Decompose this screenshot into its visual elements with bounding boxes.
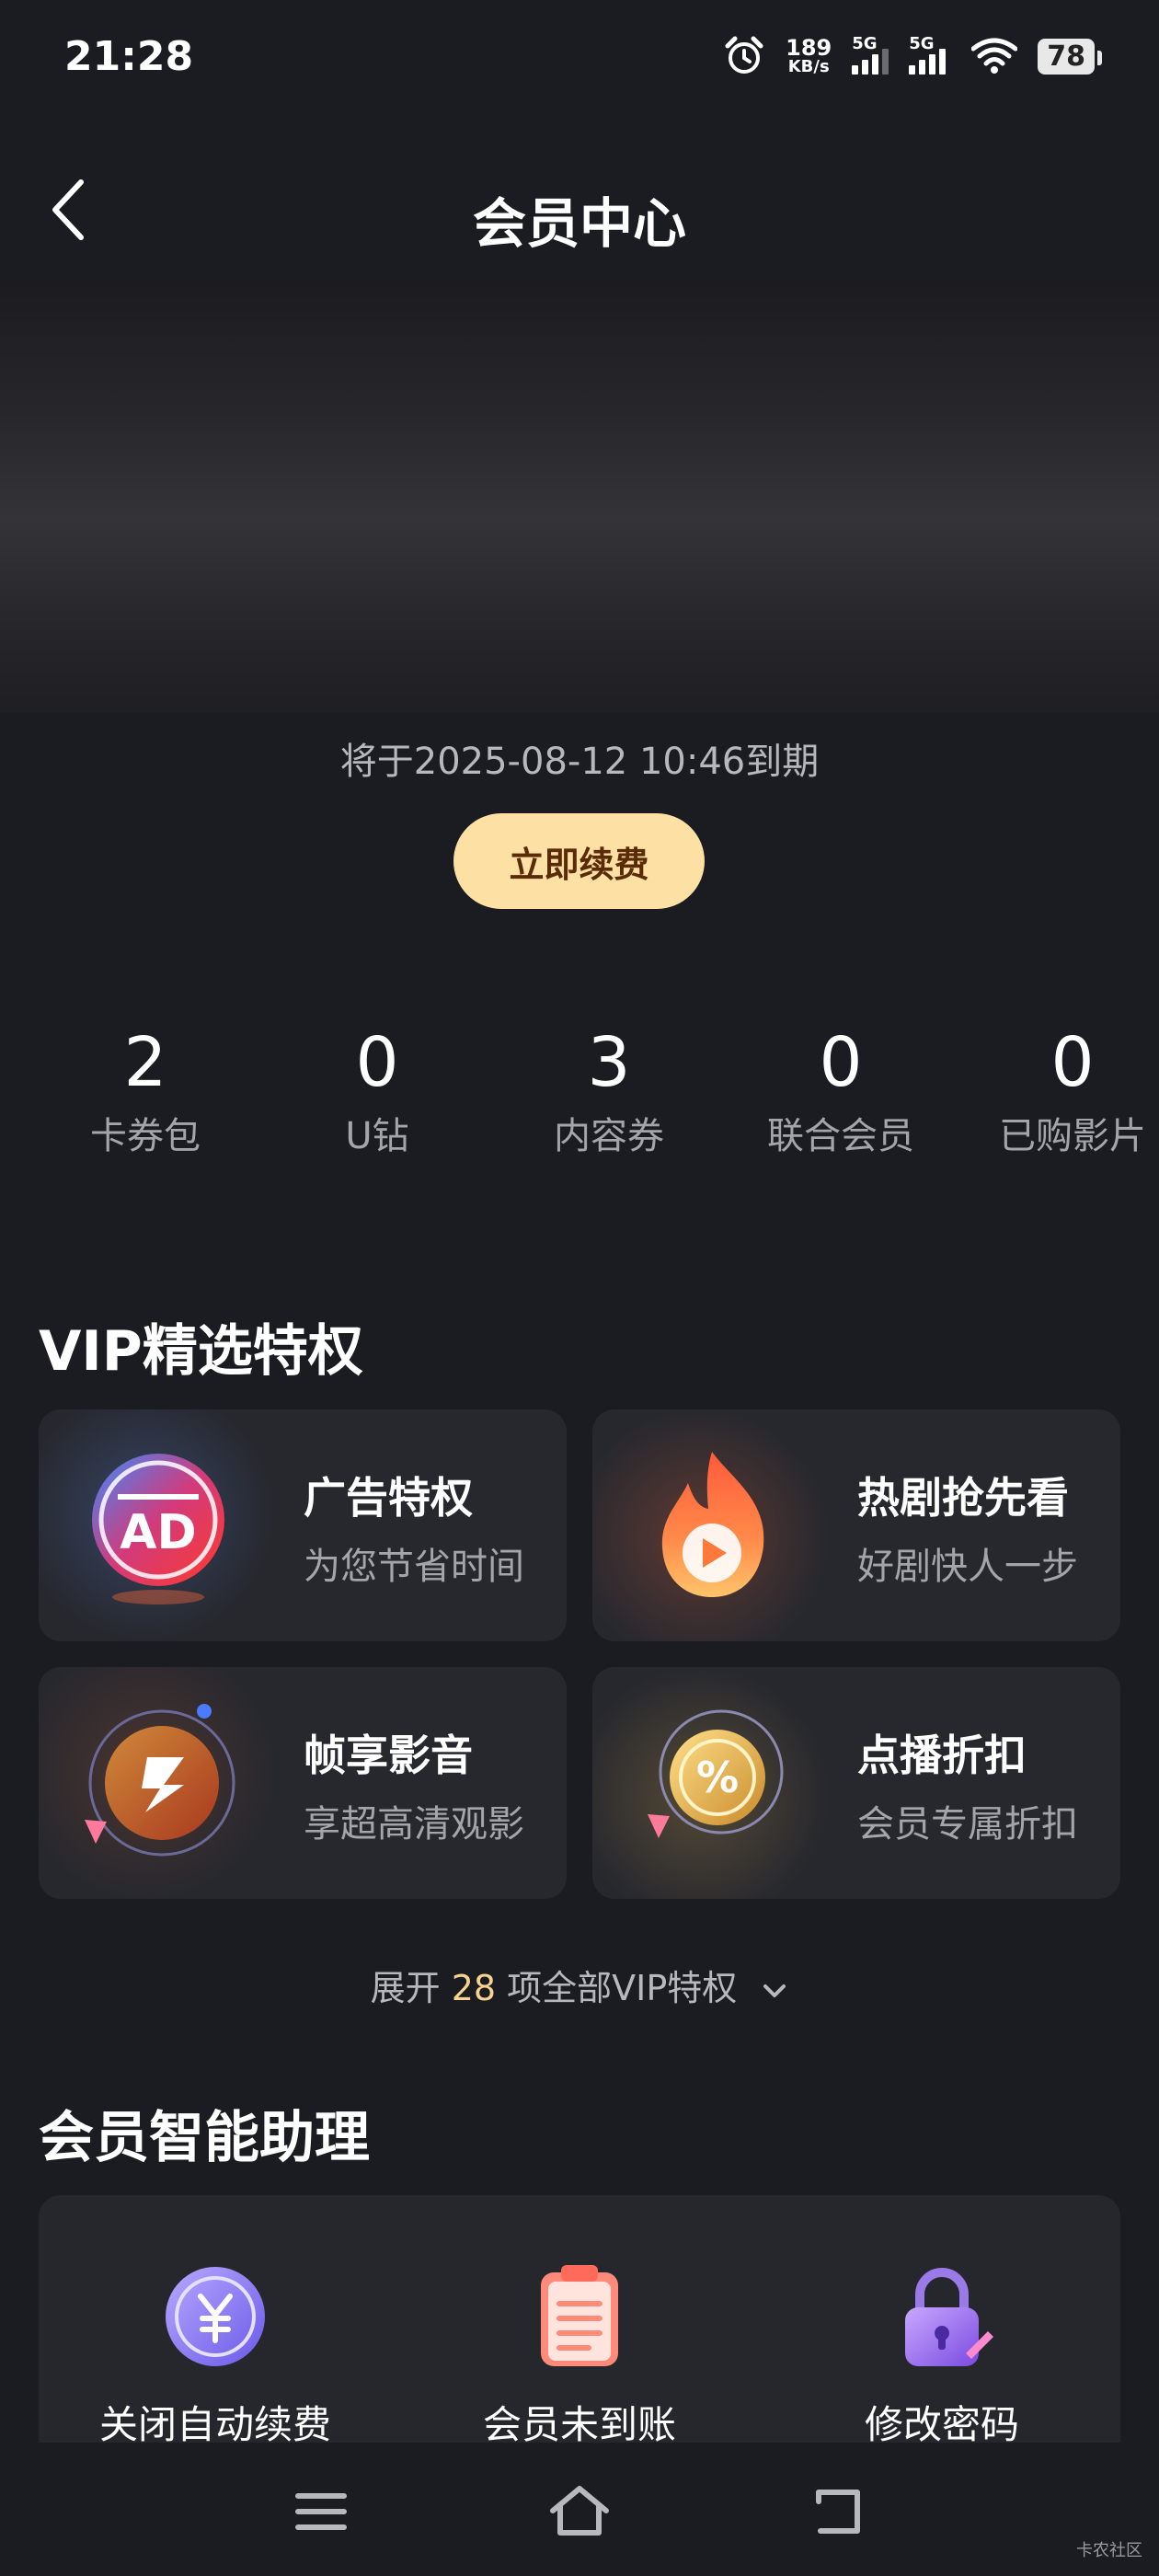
- renew-button[interactable]: 立即续费: [453, 813, 705, 909]
- vip-card-subtitle: 享超高清观影: [304, 1803, 524, 1846]
- vip-card-discount[interactable]: % 点播折扣 会员专属折扣: [592, 1667, 1120, 1899]
- assistant-cancel-auto-renew[interactable]: 关闭自动续费: [68, 2261, 362, 2450]
- home-icon: [550, 2486, 609, 2536]
- assistant-card: 关闭自动续费 会员未到账 修改密码: [39, 2195, 1120, 2471]
- net-speed: 189 KB/s: [786, 37, 832, 75]
- status-icons: 189 KB/s 5G 5G 78: [723, 34, 1102, 77]
- vip-card-ad[interactable]: AD 广告特权 为您节省时间: [39, 1409, 567, 1641]
- assistant-membership-not-received[interactable]: 会员未到账: [432, 2261, 727, 2450]
- stat-value: 0: [819, 1023, 863, 1102]
- nav-menu-button[interactable]: [289, 2479, 353, 2544]
- battery-icon: 78: [1038, 38, 1102, 75]
- lock-icon: [905, 2268, 993, 2366]
- vip-card-subtitle: 为您节省时间: [304, 1546, 524, 1588]
- stat-label: U钻: [345, 1115, 409, 1157]
- vip-card-subtitle: 好剧快人一步: [857, 1546, 1078, 1588]
- vip-card-hot-drama[interactable]: 热剧抢先看 好剧快人一步: [592, 1409, 1120, 1641]
- ad-icon: AD: [92, 1454, 224, 1604]
- stats-row: 2 卡券包 0 U钻 3 内容券 0 联合会员 0 已购影片: [0, 1021, 1159, 1168]
- svg-text:AD: AD: [120, 1505, 196, 1560]
- system-navbar: [0, 2443, 1159, 2576]
- sim2-label: 5G: [909, 34, 935, 53]
- stat-value: 2: [123, 1023, 167, 1102]
- stat-value: 3: [587, 1023, 631, 1102]
- assistant-section-title: 会员智能助理: [39, 2106, 370, 2170]
- expand-vip-privileges[interactable]: 展开 28 项全部VIP特权: [0, 1960, 1159, 2010]
- chevron-down-icon: [763, 1984, 786, 1997]
- stat-coupon-pack[interactable]: 2 卡券包: [29, 1021, 261, 1159]
- assistant-item-label: 关闭自动续费: [98, 2402, 331, 2447]
- member-banner: [0, 281, 1159, 713]
- sim1-label: 5G: [852, 34, 878, 53]
- discount-coin-icon: %: [648, 1709, 784, 1838]
- stat-u-diamond[interactable]: 0 U钻: [261, 1021, 493, 1159]
- flame-play-icon: [661, 1452, 764, 1597]
- nav-home-button[interactable]: [547, 2479, 612, 2544]
- watermark: 卡农社区: [1076, 2541, 1142, 2560]
- assistant-item-label: 会员未到账: [482, 2402, 676, 2447]
- svg-text:%: %: [696, 1753, 739, 1802]
- vip-card-title: 热剧抢先看: [857, 1473, 1069, 1523]
- vip-card-title: 广告特权: [304, 1473, 473, 1523]
- vip-card-title: 点播折扣: [857, 1731, 1027, 1780]
- expand-count: 28: [451, 1968, 497, 2008]
- status-time: 21:28: [64, 33, 194, 80]
- expand-prefix: 展开: [370, 1968, 452, 2008]
- expand-suffix: 项全部VIP特权: [496, 1968, 738, 2008]
- clipboard-icon: [541, 2265, 618, 2366]
- stat-label: 卡券包: [90, 1115, 201, 1157]
- net-speed-unit: KB/s: [787, 57, 830, 76]
- stat-joint-member[interactable]: 0 联合会员: [725, 1021, 957, 1159]
- yuan-coin-icon: [166, 2267, 265, 2366]
- wifi-icon: [971, 38, 1018, 74]
- stat-label: 内容券: [554, 1115, 664, 1157]
- signal-icon: 5G: [909, 34, 951, 75]
- assistant-change-password[interactable]: 修改密码: [795, 2261, 1089, 2450]
- vip-section-title: VIP精选特权: [39, 1319, 363, 1384]
- menu-icon: [295, 2493, 347, 2530]
- alarm-icon: [725, 36, 763, 74]
- net-speed-value: 189: [786, 35, 832, 61]
- page-title: 会员中心: [472, 192, 686, 255]
- expire-text: 将于2025-08-12 10:46到期: [339, 741, 820, 783]
- vip-card-subtitle: 会员专属折扣: [857, 1803, 1078, 1846]
- stat-purchased-films[interactable]: 0 已购影片: [957, 1021, 1159, 1159]
- vip-card-frame-audio[interactable]: 帧享影音 享超高清观影: [39, 1667, 567, 1899]
- stat-value: 0: [1050, 1023, 1095, 1102]
- assistant-item-label: 修改密码: [864, 2402, 1019, 2447]
- stat-value: 0: [355, 1023, 399, 1102]
- back-icon: [816, 2490, 860, 2534]
- signal-icon: 5G: [852, 34, 889, 75]
- stat-label: 已购影片: [999, 1115, 1146, 1157]
- nav-back-button[interactable]: [806, 2479, 870, 2544]
- frame-audio-icon: [85, 1704, 235, 1857]
- vip-card-title: 帧享影音: [304, 1731, 473, 1780]
- stat-content-coupon[interactable]: 3 内容券: [493, 1021, 725, 1159]
- stat-label: 联合会员: [767, 1115, 914, 1157]
